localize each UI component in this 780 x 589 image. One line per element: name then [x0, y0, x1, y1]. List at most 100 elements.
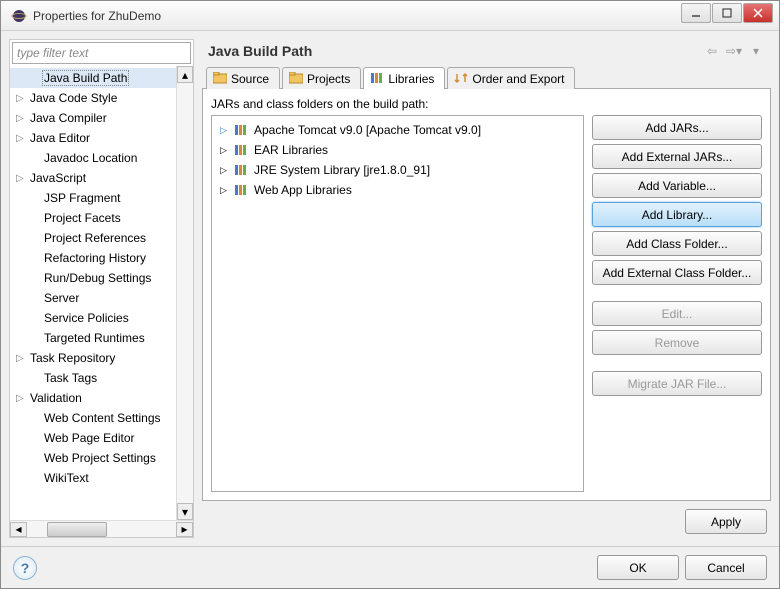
- nav-item-label: Service Policies: [42, 311, 129, 325]
- nav-item-label: Java Code Style: [28, 91, 117, 105]
- minimize-button[interactable]: [681, 3, 711, 23]
- nav-item[interactable]: Run/Debug Settings: [10, 268, 176, 288]
- library-icon: [234, 144, 250, 156]
- tab-label: Projects: [307, 72, 350, 86]
- nav-item[interactable]: Server: [10, 288, 176, 308]
- nav-item[interactable]: Java Build Path: [10, 68, 176, 88]
- expand-icon[interactable]: ▷: [220, 125, 230, 136]
- edit-button: Edit...: [592, 301, 762, 326]
- libraries-panel: JARs and class folders on the build path…: [202, 89, 771, 501]
- nav-item-label: Javadoc Location: [42, 151, 137, 165]
- nav-item[interactable]: Web Project Settings: [10, 448, 176, 468]
- nav-item[interactable]: ▷Task Repository: [10, 348, 176, 368]
- nav-item[interactable]: Targeted Runtimes: [10, 328, 176, 348]
- nav-item-label: JSP Fragment: [42, 191, 120, 205]
- library-icon: [370, 72, 384, 86]
- nav-item[interactable]: Task Tags: [10, 368, 176, 388]
- library-label: EAR Libraries: [254, 143, 328, 157]
- nav-item[interactable]: Javadoc Location: [10, 148, 176, 168]
- library-label: JRE System Library [jre1.8.0_91]: [254, 163, 430, 177]
- nav-item-label: Server: [42, 291, 79, 305]
- menu-icon[interactable]: ▾: [747, 43, 765, 59]
- tab-order-export[interactable]: Order and Export: [447, 67, 575, 89]
- add-class-folder-button[interactable]: Add Class Folder...: [592, 231, 762, 256]
- add-jars-button[interactable]: Add JARs...: [592, 115, 762, 140]
- close-button[interactable]: [743, 3, 773, 23]
- nav-item-label: Task Repository: [28, 351, 115, 365]
- migrate-jar-button: Migrate JAR File...: [592, 371, 762, 396]
- window-title: Properties for ZhuDemo: [33, 9, 681, 23]
- nav-item[interactable]: WikiText: [10, 468, 176, 488]
- scroll-thumb[interactable]: [47, 522, 107, 537]
- nav-item-label: Task Tags: [42, 371, 97, 385]
- nav-item-label: Targeted Runtimes: [42, 331, 145, 345]
- panel-description: JARs and class folders on the build path…: [211, 97, 762, 111]
- nav-item[interactable]: Web Content Settings: [10, 408, 176, 428]
- tab-source[interactable]: Source: [206, 67, 280, 89]
- nav-item[interactable]: Project Facets: [10, 208, 176, 228]
- nav-item[interactable]: Web Page Editor: [10, 428, 176, 448]
- nav-item-label: Java Compiler: [28, 111, 107, 125]
- library-item[interactable]: ▷ Apache Tomcat v9.0 [Apache Tomcat v9.0]: [216, 120, 579, 140]
- cancel-button[interactable]: Cancel: [685, 555, 767, 580]
- library-label: Apache Tomcat v9.0 [Apache Tomcat v9.0]: [254, 123, 481, 137]
- filter-input[interactable]: [12, 42, 191, 64]
- help-icon[interactable]: ?: [13, 556, 37, 580]
- library-item[interactable]: ▷ EAR Libraries: [216, 140, 579, 160]
- nav-item[interactable]: ▷Java Code Style: [10, 88, 176, 108]
- scroll-down-icon[interactable]: ▾: [177, 503, 193, 520]
- library-icon: [234, 184, 250, 196]
- nav-item[interactable]: Service Policies: [10, 308, 176, 328]
- ok-button[interactable]: OK: [597, 555, 679, 580]
- expand-icon[interactable]: ▷: [16, 93, 28, 104]
- scroll-right-icon[interactable]: ▸: [176, 522, 193, 537]
- library-item[interactable]: ▷ JRE System Library [jre1.8.0_91]: [216, 160, 579, 180]
- nav-item[interactable]: ▷JavaScript: [10, 168, 176, 188]
- nav-item[interactable]: Refactoring History: [10, 248, 176, 268]
- nav-item[interactable]: ▷Java Compiler: [10, 108, 176, 128]
- expand-icon[interactable]: ▷: [16, 173, 28, 184]
- scroll-left-icon[interactable]: ◂: [10, 522, 27, 537]
- add-external-jars-button[interactable]: Add External JARs...: [592, 144, 762, 169]
- forward-icon[interactable]: ⇨▾: [725, 43, 743, 59]
- nav-vscrollbar[interactable]: ▴ ▾: [176, 66, 193, 520]
- expand-icon[interactable]: ▷: [16, 133, 28, 144]
- nav-item-label: Run/Debug Settings: [42, 271, 151, 285]
- nav-item[interactable]: ▷Validation: [10, 388, 176, 408]
- library-icon: [234, 164, 250, 176]
- library-item[interactable]: ▷ Web App Libraries: [216, 180, 579, 200]
- nav-item-label: Refactoring History: [42, 251, 146, 265]
- apply-button[interactable]: Apply: [685, 509, 767, 534]
- library-label: Web App Libraries: [254, 183, 352, 197]
- back-icon[interactable]: ⇦: [703, 43, 721, 59]
- nav-item-label: Project Facets: [42, 211, 121, 225]
- add-external-class-folder-button[interactable]: Add External Class Folder...: [592, 260, 762, 285]
- expand-icon[interactable]: ▷: [220, 165, 230, 176]
- library-icon: [234, 124, 250, 136]
- nav-item[interactable]: ▷Java Editor: [10, 128, 176, 148]
- expand-icon[interactable]: ▷: [220, 185, 230, 196]
- expand-icon[interactable]: ▷: [16, 353, 28, 364]
- order-icon: [454, 72, 468, 86]
- properties-dialog: Properties for ZhuDemo Java Build Path▷J…: [0, 0, 780, 589]
- library-tree[interactable]: ▷ Apache Tomcat v9.0 [Apache Tomcat v9.0]…: [211, 115, 584, 492]
- titlebar[interactable]: Properties for ZhuDemo: [1, 1, 779, 31]
- expand-icon[interactable]: ▷: [16, 113, 28, 124]
- nav-hscrollbar[interactable]: ◂ ▸: [10, 520, 193, 537]
- maximize-button[interactable]: [712, 3, 742, 23]
- nav-panel: Java Build Path▷Java Code Style▷Java Com…: [9, 39, 194, 538]
- tab-label: Order and Export: [472, 72, 564, 86]
- tab-bar: Source Projects Libraries Order and Expo…: [202, 67, 771, 89]
- add-variable-button[interactable]: Add Variable...: [592, 173, 762, 198]
- tab-libraries[interactable]: Libraries: [363, 67, 445, 89]
- nav-tree[interactable]: Java Build Path▷Java Code Style▷Java Com…: [10, 66, 176, 520]
- expand-icon[interactable]: ▷: [220, 145, 230, 156]
- tab-label: Source: [231, 72, 269, 86]
- nav-item[interactable]: JSP Fragment: [10, 188, 176, 208]
- tab-projects[interactable]: Projects: [282, 67, 361, 89]
- expand-icon[interactable]: ▷: [16, 393, 28, 404]
- nav-item[interactable]: Project References: [10, 228, 176, 248]
- nav-item-label: JavaScript: [28, 171, 86, 185]
- add-library-button[interactable]: Add Library...: [592, 202, 762, 227]
- scroll-up-icon[interactable]: ▴: [177, 66, 193, 83]
